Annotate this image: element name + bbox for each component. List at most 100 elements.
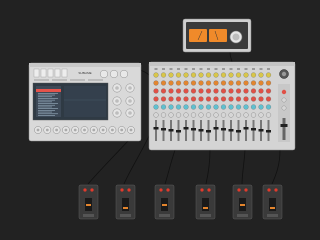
channel-knob[interactable]: [243, 104, 249, 110]
preset-list-item[interactable]: [38, 99, 55, 101]
channel-knob[interactable]: [235, 88, 242, 94]
channel-knob[interactable]: [190, 88, 197, 94]
channel-knob[interactable]: [153, 112, 159, 118]
preset-list-item[interactable]: [38, 96, 52, 98]
channel-knob[interactable]: [190, 112, 197, 118]
channel-knob[interactable]: [183, 96, 189, 102]
channel-knob[interactable]: [153, 104, 159, 110]
channel-knob[interactable]: [183, 80, 189, 86]
channel-fader[interactable]: [176, 130, 181, 133]
channel-knob[interactable]: [243, 80, 249, 86]
channel-knob[interactable]: [175, 88, 182, 94]
channel-knob[interactable]: [160, 104, 167, 110]
channel-knob[interactable]: [220, 72, 227, 78]
synth-switch-5[interactable]: [61, 68, 68, 78]
channel-knob[interactable]: [168, 104, 174, 110]
pedal-slider[interactable]: [270, 207, 275, 209]
pedal-footswitch[interactable]: [120, 214, 131, 217]
channel-knob[interactable]: [243, 72, 249, 78]
effect-pedal-5[interactable]: [232, 184, 253, 220]
channel-input-jack[interactable]: [169, 68, 173, 70]
channel-fader[interactable]: [243, 127, 249, 130]
pedal-slider[interactable]: [162, 204, 167, 206]
channel-input-jack[interactable]: [252, 68, 255, 70]
channel-knob[interactable]: [213, 88, 219, 94]
channel-knob[interactable]: [168, 88, 174, 94]
channel-knob[interactable]: [220, 88, 227, 94]
meter-gain-knob[interactable]: [229, 30, 243, 44]
preset-list-item[interactable]: [38, 98, 58, 99]
channel-knob[interactable]: [160, 88, 167, 94]
channel-knob[interactable]: [250, 104, 257, 110]
channel-knob[interactable]: [183, 104, 189, 110]
pedal-footswitch[interactable]: [267, 214, 278, 217]
channel-input-jack[interactable]: [229, 68, 233, 70]
effect-pedal-4[interactable]: [195, 184, 216, 220]
channel-knob[interactable]: [228, 104, 234, 110]
channel-fader[interactable]: [228, 129, 234, 132]
channel-knob[interactable]: [228, 72, 234, 78]
channel-fader[interactable]: [168, 129, 174, 132]
channel-input-jack[interactable]: [222, 68, 225, 70]
channel-knob[interactable]: [205, 88, 212, 94]
channel-knob[interactable]: [153, 88, 159, 94]
channel-knob[interactable]: [183, 112, 189, 118]
preset-list-item[interactable]: [38, 115, 55, 116]
channel-knob[interactable]: [265, 112, 272, 118]
channel-knob[interactable]: [235, 96, 242, 102]
preset-list-item[interactable]: [38, 106, 52, 108]
channel-knob[interactable]: [213, 112, 219, 118]
channel-fader[interactable]: [191, 128, 196, 131]
channel-input-jack[interactable]: [214, 68, 218, 70]
channel-knob[interactable]: [250, 72, 257, 78]
channel-knob[interactable]: [235, 80, 242, 86]
channel-input-jack[interactable]: [154, 68, 158, 70]
synth-top-knob-2[interactable]: [109, 69, 118, 78]
channel-knob[interactable]: [250, 88, 257, 94]
channel-knob[interactable]: [265, 72, 272, 78]
channel-knob[interactable]: [220, 112, 227, 118]
channel-knob[interactable]: [175, 72, 182, 78]
channel-knob[interactable]: [198, 80, 204, 86]
channel-knob[interactable]: [205, 96, 212, 102]
channel-knob[interactable]: [190, 80, 197, 86]
channel-input-jack[interactable]: [237, 68, 240, 70]
channel-knob[interactable]: [168, 96, 174, 102]
channel-knob[interactable]: [265, 96, 272, 102]
channel-knob[interactable]: [228, 88, 234, 94]
channel-knob[interactable]: [198, 72, 204, 78]
channel-knob[interactable]: [160, 72, 167, 78]
channel-input-jack[interactable]: [199, 68, 203, 70]
channel-input-jack[interactable]: [184, 68, 188, 70]
channel-knob[interactable]: [168, 80, 174, 86]
synth-top-knob-3[interactable]: [119, 69, 128, 78]
channel-knob[interactable]: [213, 96, 219, 102]
master-knob-a[interactable]: [281, 97, 287, 103]
channel-fader[interactable]: [258, 129, 264, 132]
synth-switch-3[interactable]: [47, 68, 54, 78]
channel-knob[interactable]: [243, 112, 249, 118]
preset-list-item[interactable]: [38, 108, 58, 109]
effect-pedal-1[interactable]: [78, 184, 99, 220]
channel-knob[interactable]: [175, 104, 182, 110]
channel-knob[interactable]: [250, 112, 257, 118]
channel-knob[interactable]: [258, 112, 264, 118]
channel-knob[interactable]: [258, 88, 264, 94]
effect-pedal-2[interactable]: [115, 184, 136, 220]
channel-input-jack[interactable]: [259, 68, 263, 70]
channel-knob[interactable]: [168, 72, 174, 78]
channel-knob[interactable]: [243, 96, 249, 102]
channel-knob[interactable]: [235, 104, 242, 110]
channel-input-jack[interactable]: [207, 68, 210, 70]
channel-knob[interactable]: [205, 112, 212, 118]
preset-list-item[interactable]: [38, 94, 55, 96]
channel-knob[interactable]: [175, 112, 182, 118]
channel-knob[interactable]: [250, 96, 257, 102]
mixer-master-knob[interactable]: [279, 69, 289, 79]
pedal-slider[interactable]: [123, 207, 128, 209]
pedal-footswitch[interactable]: [237, 214, 248, 217]
channel-knob[interactable]: [160, 80, 167, 86]
channel-input-jack[interactable]: [244, 68, 248, 70]
effect-pedal-6[interactable]: [262, 184, 283, 220]
synth-switch-4[interactable]: [54, 68, 61, 78]
